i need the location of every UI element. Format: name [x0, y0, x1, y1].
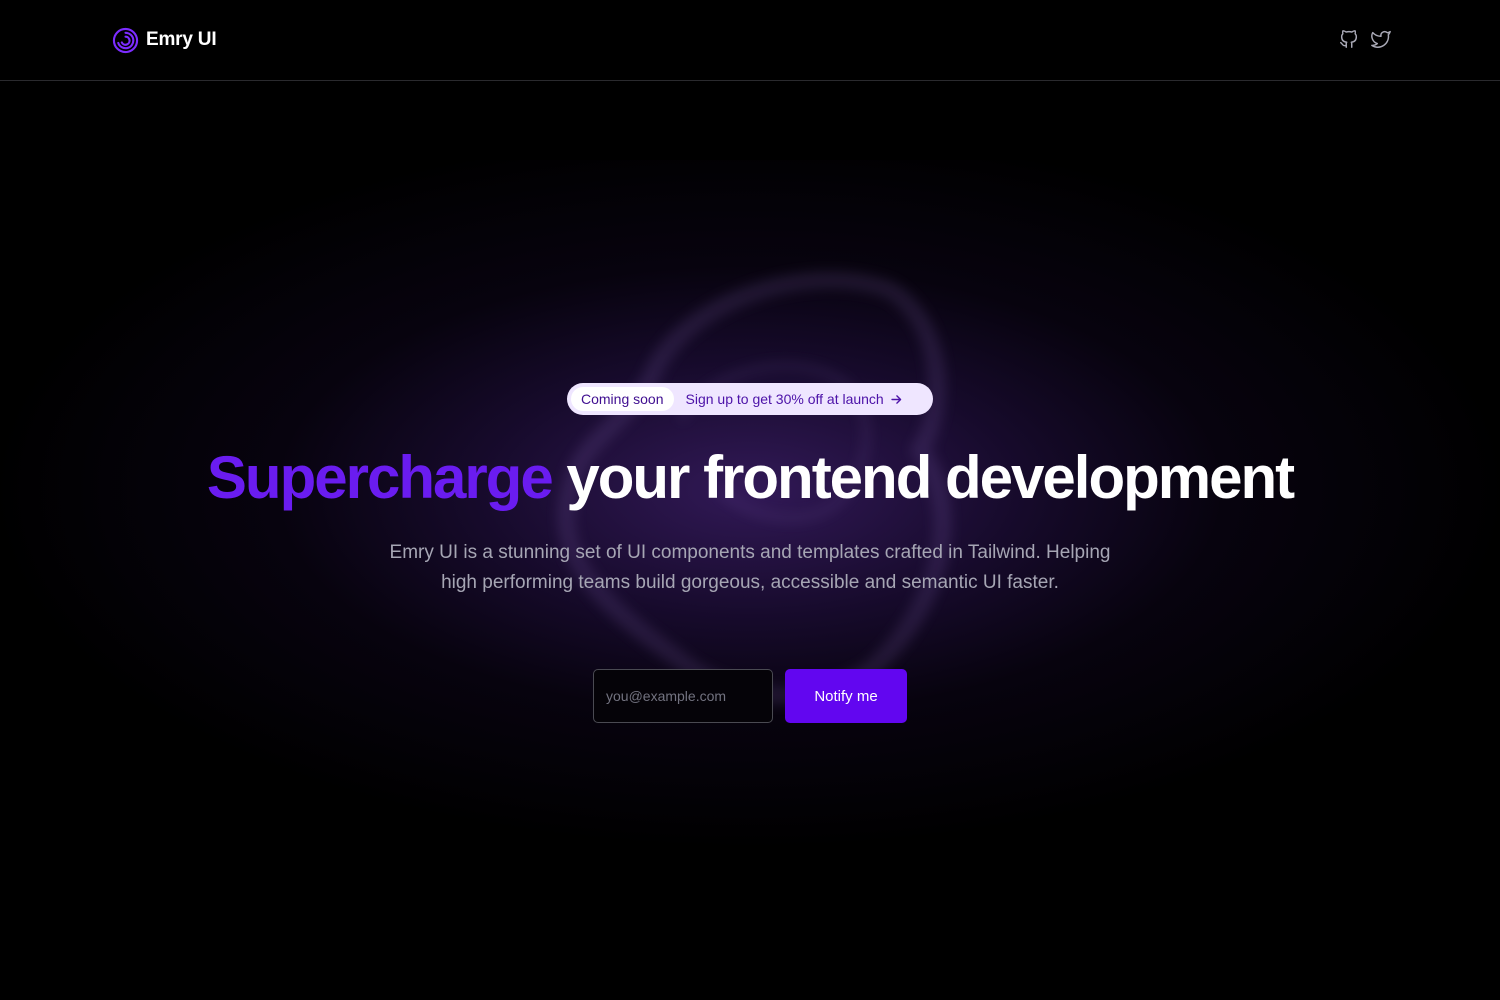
- spiral-logo-icon: [112, 27, 139, 53]
- announcement-pill[interactable]: Coming soon Sign up to get 30% off at la…: [567, 383, 933, 415]
- twitter-icon: [1371, 30, 1391, 48]
- arrow-right-icon: [891, 394, 901, 404]
- hero-subtitle: Emry UI is a stunning set of UI componen…: [389, 542, 1111, 593]
- hero-title-rest: your frontend development: [566, 444, 1295, 511]
- github-icon: [1340, 30, 1358, 48]
- github-link[interactable]: [1338, 28, 1360, 50]
- hero-title-accent: Supercharge: [206, 444, 554, 511]
- brand-link[interactable]: Emry UI: [112, 26, 217, 54]
- coming-soon-badge: Coming soon: [571, 387, 674, 411]
- announcement-text: Sign up to get 30% off at launch: [685, 391, 884, 407]
- landing-page: Emry UI Coming soon Sign up to get 30% o…: [0, 0, 1500, 1000]
- email-input[interactable]: [593, 669, 773, 723]
- brand-name: Emry UI: [146, 29, 217, 50]
- hero-title: Supercharge your frontend development: [0, 440, 1500, 516]
- twitter-link[interactable]: [1370, 28, 1392, 50]
- notify-me-button[interactable]: Notify me: [785, 669, 907, 723]
- signup-form: Notify me: [593, 669, 907, 723]
- social-links: [1338, 28, 1392, 50]
- top-navbar: Emry UI: [0, 0, 1500, 81]
